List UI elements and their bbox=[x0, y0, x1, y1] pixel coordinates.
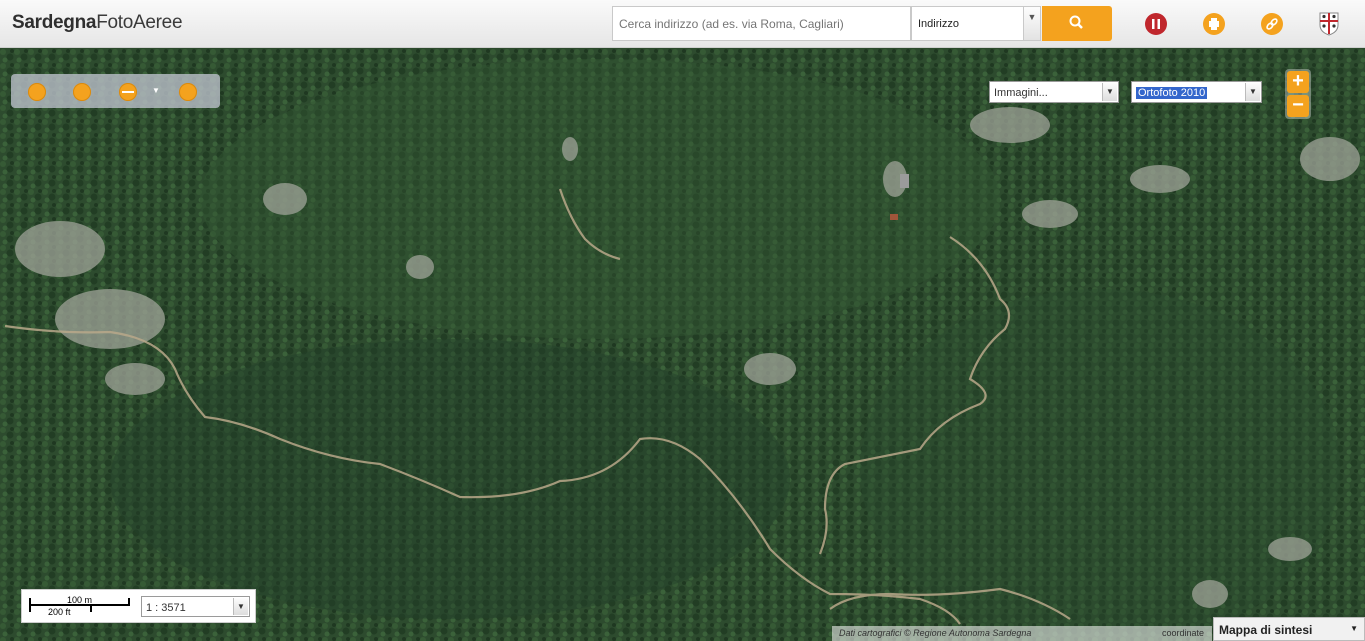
zoom-control: + − bbox=[1285, 69, 1311, 119]
search-type-select[interactable]: Indirizzo ▼ bbox=[911, 6, 1041, 41]
zoom-extent-icon[interactable] bbox=[28, 83, 46, 101]
overview-label: Mappa di sintesi bbox=[1219, 623, 1313, 637]
chevron-down-icon[interactable]: ▼ bbox=[1102, 83, 1117, 101]
layer-select[interactable]: Ortofoto 2010 ▼ bbox=[1131, 81, 1262, 103]
app-logo[interactable]: SardegnaFotoAeree bbox=[12, 12, 183, 34]
address-search-input[interactable] bbox=[612, 6, 911, 41]
scale-imperial-label: 200 ft bbox=[48, 607, 71, 617]
scale-select-value: 1 : 3571 bbox=[146, 602, 186, 614]
draw-area-icon[interactable] bbox=[73, 83, 91, 101]
scale-panel: 100 m 200 ft 1 : 3571 ▼ bbox=[21, 589, 256, 623]
chevron-down-icon[interactable]: ▼ bbox=[1350, 624, 1358, 633]
scale-select[interactable]: 1 : 3571 ▼ bbox=[141, 596, 250, 617]
search-icon bbox=[1069, 15, 1083, 29]
no-entry-icon[interactable] bbox=[1145, 13, 1167, 35]
aerial-photo bbox=[0, 49, 1365, 641]
zoom-in-button[interactable]: + bbox=[1287, 71, 1309, 93]
dropdown-arrow-icon[interactable]: ▼ bbox=[152, 86, 160, 95]
attribution-text: Dati cartografici © Regione Autonoma Sar… bbox=[839, 628, 1032, 638]
scale-metric-label: 100 m bbox=[67, 595, 93, 605]
images-select-value: Immagini... bbox=[994, 87, 1048, 99]
search-type-value: Indirizzo bbox=[918, 18, 959, 30]
chevron-down-icon[interactable]: ▼ bbox=[1245, 83, 1260, 101]
coordinates-label: coordinate bbox=[1162, 628, 1205, 638]
region-logo-icon[interactable] bbox=[1318, 12, 1340, 36]
layer-select-value: Ortofoto 2010 bbox=[1136, 87, 1208, 99]
overview-map-toggle[interactable]: Mappa di sintesi ▼ bbox=[1213, 617, 1365, 641]
aerial-map[interactable] bbox=[0, 49, 1365, 641]
measure-icon[interactable] bbox=[119, 83, 137, 101]
search-button[interactable] bbox=[1042, 6, 1112, 41]
attribution-bar: Dati cartografici © Regione Autonoma Sar… bbox=[832, 626, 1212, 641]
header-bar: SardegnaFotoAeree Indirizzo ▼ bbox=[0, 0, 1365, 48]
images-select[interactable]: Immagini... ▼ bbox=[989, 81, 1119, 103]
compass-icon[interactable] bbox=[179, 83, 197, 101]
map-toolbar: ▼ bbox=[11, 74, 220, 108]
printer-icon[interactable] bbox=[1203, 13, 1225, 35]
zoom-out-button[interactable]: − bbox=[1287, 95, 1309, 117]
link-icon[interactable] bbox=[1261, 13, 1283, 35]
chevron-down-icon[interactable]: ▼ bbox=[233, 598, 248, 615]
chevron-down-icon[interactable]: ▼ bbox=[1023, 7, 1040, 40]
